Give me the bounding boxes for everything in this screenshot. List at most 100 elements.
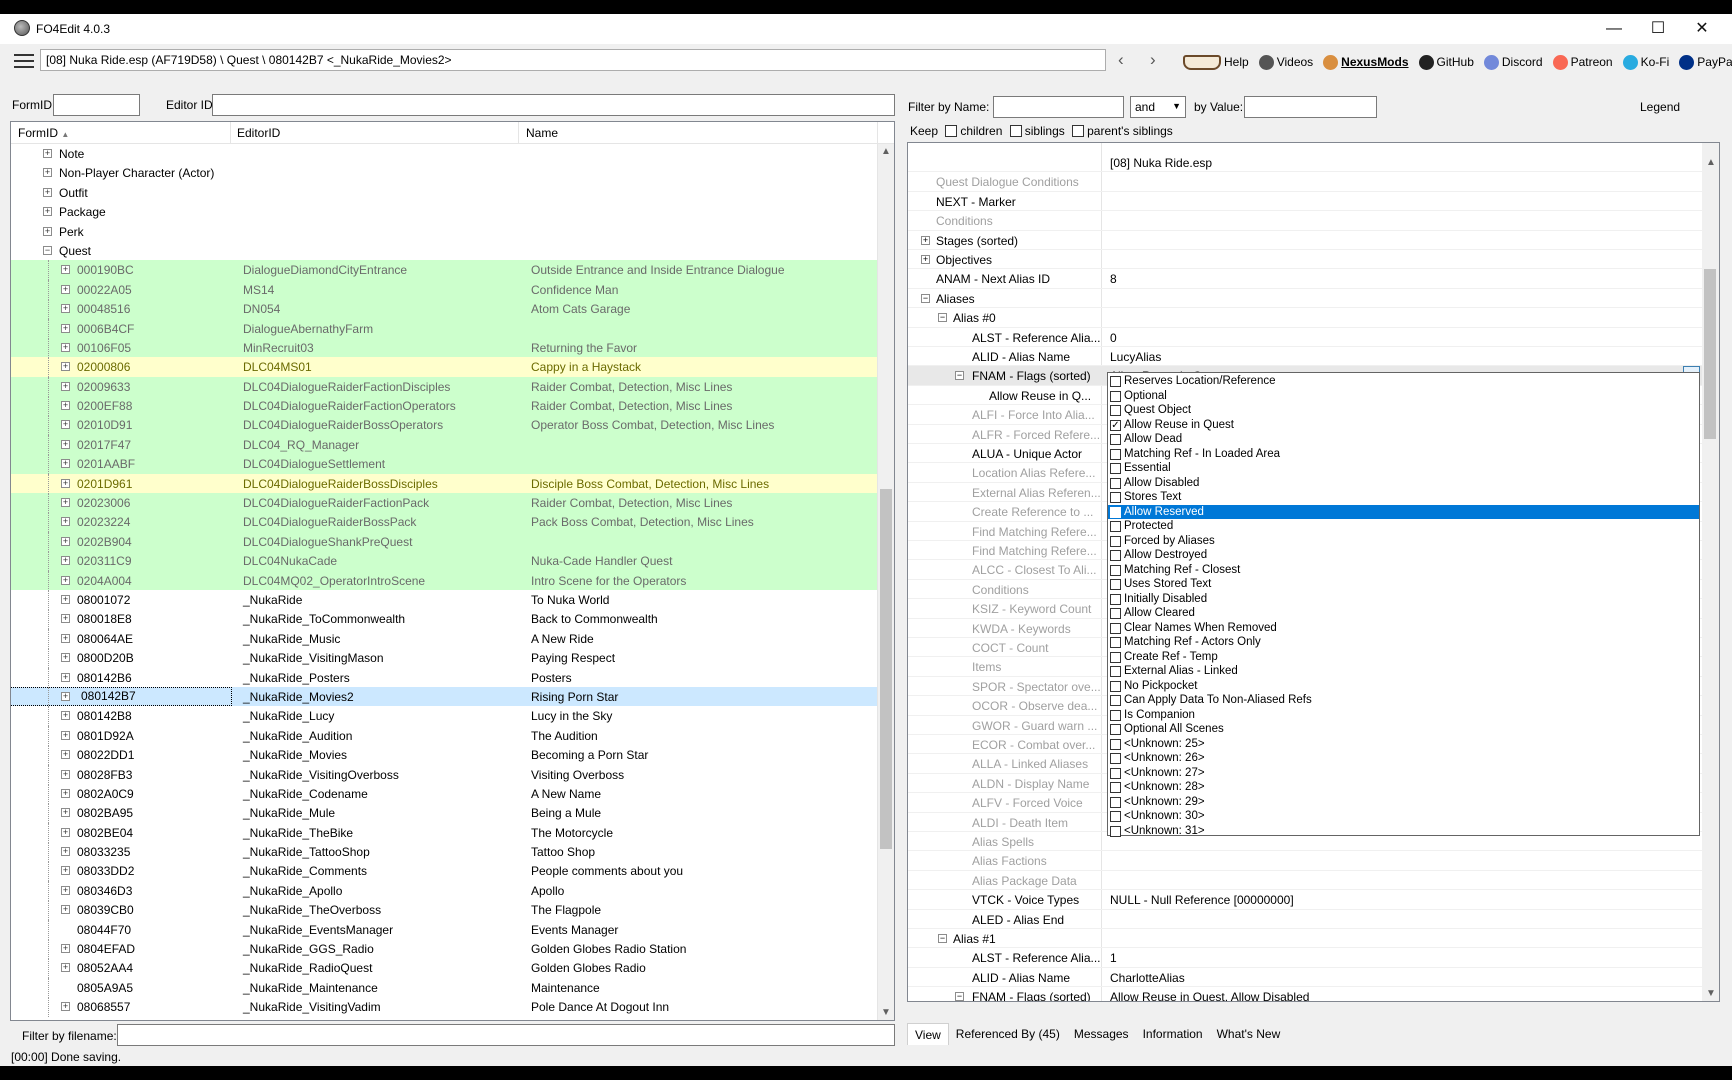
tree-record-row[interactable]: +080142B6 _NukaRide_Posters Posters: [11, 667, 881, 688]
expand-toggle-icon[interactable]: +: [61, 517, 70, 527]
expand-toggle-icon[interactable]: +: [43, 168, 52, 178]
link-github[interactable]: GitHub: [1418, 54, 1474, 70]
expand-toggle-icon[interactable]: +: [61, 750, 70, 760]
filename-filter-input[interactable]: [117, 1024, 895, 1046]
property-row[interactable]: VTCK - Voice Types NULL - Null Reference …: [908, 890, 1705, 910]
link-nexusmods[interactable]: NexusMods: [1323, 54, 1409, 70]
expand-toggle-icon[interactable]: +: [61, 885, 70, 895]
link-patreon[interactable]: Patreon: [1552, 54, 1613, 70]
flag-checkbox[interactable]: [1110, 825, 1121, 837]
tab-messages[interactable]: Messages: [1067, 1023, 1136, 1045]
flag-option[interactable]: Can Apply Data To Non-Aliased Refs: [1108, 693, 1699, 708]
property-row[interactable]: ALST - Reference Alia... 0: [908, 328, 1705, 347]
flag-option[interactable]: Allow Disabled: [1108, 476, 1699, 491]
flag-checkbox[interactable]: [1110, 695, 1121, 706]
scroll-up-icon[interactable]: ▲: [1706, 157, 1716, 168]
flag-checkbox[interactable]: [1110, 434, 1121, 445]
flag-option[interactable]: No Pickpocket: [1108, 679, 1699, 694]
filter-operator-select[interactable]: and ▼: [1130, 96, 1186, 118]
tree-scroll-thumb[interactable]: [880, 489, 892, 849]
scroll-down-icon[interactable]: ▼: [1706, 988, 1716, 999]
property-row[interactable]: ALED - Alias End: [908, 910, 1705, 929]
expand-toggle-icon[interactable]: +: [61, 323, 70, 333]
filter-value-input[interactable]: [1244, 96, 1377, 118]
property-row[interactable]: Conditions: [908, 211, 1705, 231]
flag-option[interactable]: Allow Dead: [1108, 432, 1699, 447]
flag-option[interactable]: <Unknown: 28>: [1108, 780, 1699, 795]
tree-record-row[interactable]: +00106F05 MinRecruit03 Returning the Favor: [11, 337, 881, 358]
record-path-field[interactable]: [08] Nuka Ride.esp (AF719D58) \ Quest \ …: [40, 49, 1106, 71]
tree-record-row[interactable]: +080018E8 _NukaRide_ToCommonwealth Back to…: [11, 609, 881, 630]
editorid-column-header[interactable]: EditorID: [237, 126, 280, 140]
expand-toggle-icon[interactable]: +: [61, 905, 70, 915]
tab-view[interactable]: View: [907, 1023, 949, 1045]
back-button[interactable]: ‹: [1118, 50, 1124, 70]
tree-record-row[interactable]: +080142B7 _NukaRide_Movies2 Rising Porn St…: [11, 686, 881, 707]
flag-checkbox[interactable]: [1110, 651, 1121, 663]
flag-checkbox[interactable]: [1110, 463, 1121, 474]
flag-option[interactable]: External Alias - Linked: [1108, 664, 1699, 679]
flag-checkbox[interactable]: [1110, 709, 1121, 721]
property-row[interactable]: + Objectives: [908, 250, 1705, 270]
flag-checkbox[interactable]: [1110, 535, 1121, 547]
flag-option[interactable]: <Unknown: 27>: [1108, 766, 1699, 781]
flag-option[interactable]: Clear Names When Removed: [1108, 621, 1699, 636]
tree-record-row[interactable]: +0201AABF DLC04DialogueSettlement: [11, 454, 881, 475]
flag-option[interactable]: Initially Disabled: [1108, 592, 1699, 607]
keep-siblings-checkbox[interactable]: [1009, 125, 1022, 137]
tree-record-row[interactable]: +02023006 DLC04DialogueRaiderFactionPack R…: [11, 493, 881, 514]
expand-toggle-icon[interactable]: +: [61, 827, 70, 837]
tree-record-row[interactable]: +02010D91 DLC04DialogueRaiderBossOperator…: [11, 415, 881, 436]
property-row[interactable]: Quest Dialogue Conditions: [908, 172, 1705, 192]
tree-record-row[interactable]: +08028FB3 _NukaRide_VisitingOverboss Visit…: [11, 764, 881, 785]
scroll-down-icon[interactable]: ▼: [881, 1007, 891, 1018]
flag-checkbox[interactable]: [1110, 477, 1121, 489]
flag-option[interactable]: Create Ref - Temp: [1108, 650, 1699, 665]
flag-option[interactable]: Uses Stored Text: [1108, 577, 1699, 592]
expand-toggle-icon[interactable]: +: [61, 847, 70, 857]
expand-toggle-icon[interactable]: +: [921, 235, 930, 245]
expand-toggle-icon[interactable]: +: [61, 459, 70, 469]
formid-column-header[interactable]: FormID ▲: [18, 126, 69, 140]
expand-toggle-icon[interactable]: +: [61, 633, 70, 643]
flag-checkbox[interactable]: [1110, 782, 1121, 793]
tree-group-node[interactable]: + Perk: [11, 222, 881, 241]
expand-toggle-icon[interactable]: −: [955, 992, 964, 1001]
flag-checkbox[interactable]: [1110, 724, 1121, 735]
forward-button[interactable]: ›: [1150, 50, 1156, 70]
expand-toggle-icon[interactable]: +: [61, 498, 70, 508]
tree-record-row[interactable]: +02017F47 DLC04_RQ_Manager: [11, 434, 881, 455]
tab-what-s-new[interactable]: What's New: [1210, 1023, 1288, 1045]
property-row[interactable]: + Stages (sorted): [908, 231, 1705, 250]
expand-toggle-icon[interactable]: +: [61, 342, 70, 352]
tree-group-node[interactable]: − Quest: [11, 241, 881, 260]
tree-record-row[interactable]: +02009633 DLC04DialogueRaiderFactionDisci…: [11, 376, 881, 397]
tab-information[interactable]: Information: [1136, 1023, 1210, 1045]
tree-record-row[interactable]: +08052AA4 _NukaRide_RadioQuest Golden Glob…: [11, 958, 881, 979]
properties-scroll-thumb[interactable]: [1704, 269, 1716, 439]
formid-filter-input[interactable]: [53, 94, 140, 116]
flag-option[interactable]: Is Companion: [1108, 708, 1699, 723]
expand-toggle-icon[interactable]: +: [43, 187, 52, 197]
flag-option[interactable]: Protected: [1108, 519, 1699, 534]
tree-record-row[interactable]: +020311C9 DLC04NukaCade Nuka-Cade Handler …: [11, 551, 881, 572]
tree-record-row[interactable]: 08044F70 _NukaRide_EventsManager Events Ma…: [11, 919, 881, 940]
expand-toggle-icon[interactable]: +: [61, 381, 70, 391]
flag-checkbox[interactable]: [1110, 521, 1121, 532]
property-row[interactable]: [08] Nuka Ride.esp: [908, 153, 1705, 173]
expand-toggle-icon[interactable]: +: [61, 536, 70, 546]
property-row[interactable]: Alias Package Data: [908, 871, 1705, 891]
tree-record-row[interactable]: +0204A004 DLC04MQ02_OperatorIntroScene Int…: [11, 570, 881, 591]
flag-checkbox[interactable]: [1110, 738, 1121, 750]
tree-record-row[interactable]: +080142B8 _NukaRide_Lucy Lucy in the Sky: [11, 706, 881, 727]
tree-record-row[interactable]: 0805A9A5 _NukaRide_Maintenance Maintenance: [11, 977, 881, 998]
flag-option[interactable]: Matching Ref - Closest: [1108, 563, 1699, 578]
tree-scrollbar[interactable]: ▲ ▼: [877, 144, 894, 1020]
property-row[interactable]: ALID - Alias Name CharlotteAlias: [908, 968, 1705, 988]
flag-checkbox[interactable]: [1110, 622, 1121, 634]
scroll-up-icon[interactable]: ▲: [881, 146, 891, 157]
legend-button[interactable]: Legend: [1640, 100, 1680, 114]
tree-record-row[interactable]: +0802BA95 _NukaRide_Mule Being a Mule: [11, 803, 881, 824]
expand-toggle-icon[interactable]: +: [43, 149, 52, 158]
flag-option[interactable]: Quest Object: [1108, 403, 1699, 418]
